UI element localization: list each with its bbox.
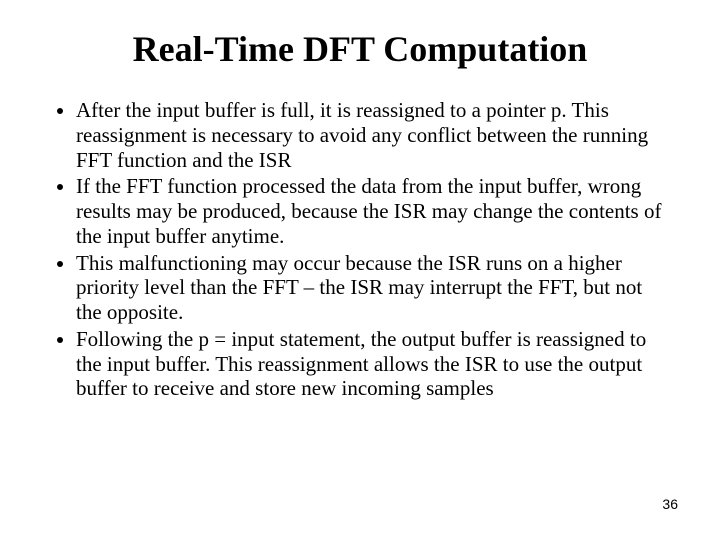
list-item: After the input buffer is full, it is re… [76,98,672,172]
list-item: Following the p = input statement, the o… [76,327,672,401]
slide-title: Real-Time DFT Computation [48,28,672,70]
page-number: 36 [662,496,678,512]
slide: Real-Time DFT Computation After the inpu… [0,0,720,540]
list-item: If the FFT function processed the data f… [76,174,672,248]
bullet-list: After the input buffer is full, it is re… [48,98,672,401]
list-item: This malfunctioning may occur because th… [76,251,672,325]
